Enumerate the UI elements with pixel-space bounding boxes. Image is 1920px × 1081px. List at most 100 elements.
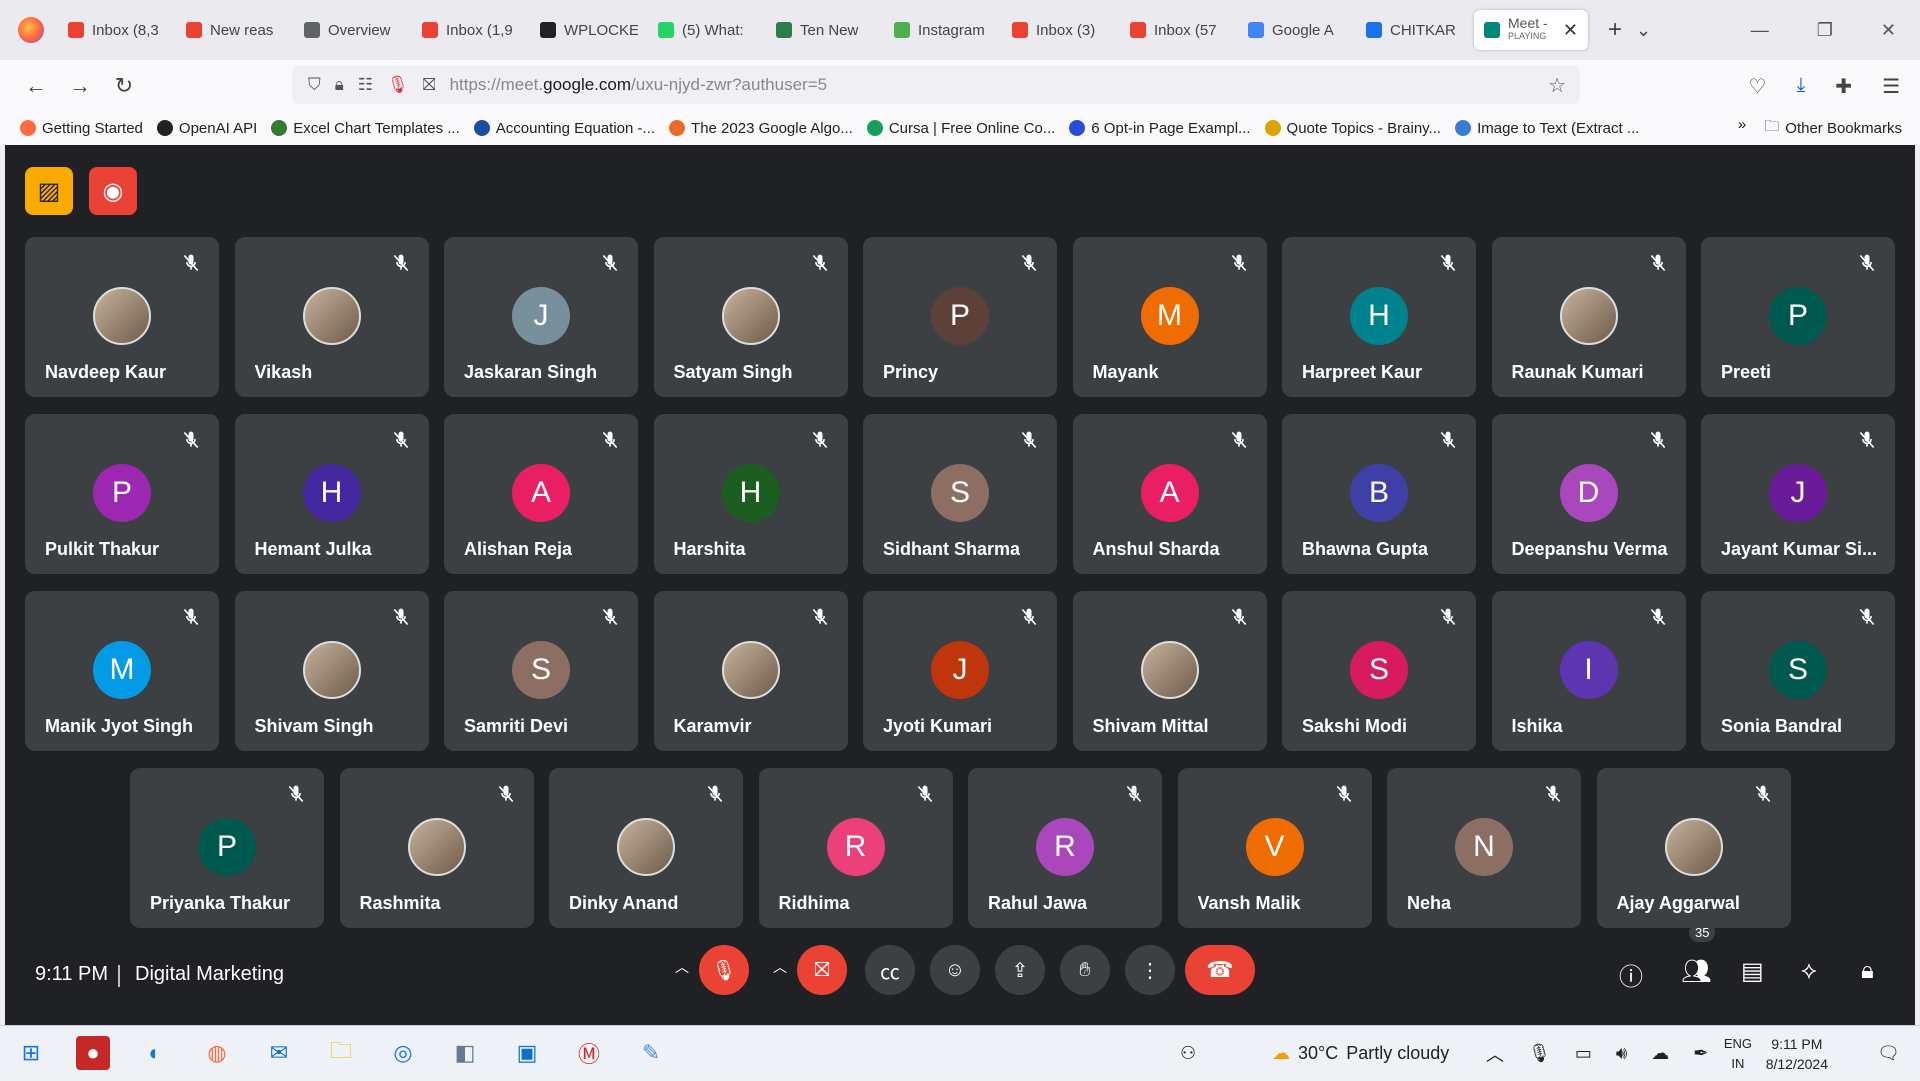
taskbar-clock[interactable]: 9:11 PM 8/12/2024 [1766,1034,1828,1074]
tab-meet-active[interactable]: Meet - PLAYING ✕ [1474,10,1588,50]
permissions-icon[interactable]: ☷ [358,75,373,95]
camera-off-button[interactable]: ⛝ [797,945,847,995]
close-window-icon[interactable]: ✕ [1881,20,1896,41]
photos-icon[interactable]: ▣ [510,1036,544,1070]
participant-tile[interactable]: J Jaskaran Singh [444,237,638,397]
participant-tile[interactable]: P Priyanka Thakur [130,768,324,928]
tab-item[interactable]: Google A [1238,10,1356,50]
battery-icon[interactable]: ▭ [1575,1043,1592,1064]
shield-icon[interactable]: ⛉ [308,75,321,95]
paint-icon[interactable]: ✎ [634,1036,668,1070]
url-text[interactable]: https://meet.google.com/uxu-njyd-zwr?aut… [450,75,828,95]
participant-tile[interactable]: S Samriti Devi [444,591,638,751]
participant-tile[interactable]: Vikash [234,237,429,397]
forward-icon[interactable]: → [58,73,102,99]
host-controls-icon[interactable]: 🔒︎ [1861,957,1874,985]
participant-tile[interactable]: B Bhawna Gupta [1282,414,1476,574]
people-tray-icon[interactable]: ⚇ [1180,1026,1196,1081]
participant-tile[interactable]: Shivam Mittal [1072,591,1267,751]
participant-tile[interactable]: Satyam Singh [653,237,848,397]
mic-off-button[interactable]: 🎙︎ [699,945,749,995]
participant-tile[interactable]: M Mayank [1072,237,1267,397]
mail-icon[interactable]: ✉ [262,1036,296,1070]
audio-options-chevron-icon[interactable]: ︿ [675,957,689,977]
ai-app-icon[interactable]: ◎ [386,1036,420,1070]
language-indicator[interactable]: ENG IN [1724,1034,1752,1074]
chat-icon[interactable]: ▤ [1741,957,1764,986]
participant-tile[interactable]: R Rahul Jawa [968,768,1162,928]
lock-icon[interactable]: 🔒︎ [335,75,344,95]
bookmark-star-icon[interactable]: ☆ [1548,73,1566,98]
url-bar[interactable]: ⛉ 🔒︎ ☷ 🎙︎ ⛝ https://meet.google.com/uxu-… [292,66,1580,104]
file-explorer-icon[interactable]: 🗀 [324,1036,358,1070]
participant-tile[interactable]: Ajay Aggarwal [1596,768,1791,928]
back-icon[interactable]: ← [14,73,58,99]
firefox-icon[interactable] [18,17,44,43]
participant-tile[interactable]: V Vansh Malik [1177,768,1372,928]
close-tab-icon[interactable]: ✕ [1563,20,1578,41]
menu-icon[interactable]: ☰ [1882,74,1900,99]
participant-tile[interactable]: P Preeti [1701,237,1895,397]
restore-icon[interactable]: ❐ [1817,20,1833,41]
show-hidden-icons-icon[interactable]: ︿ [1486,1041,1504,1067]
participant-tile[interactable]: M Manik Jyot Singh [25,591,219,751]
bookmark-item[interactable]: Accounting Equation -... [473,120,655,137]
tab-item[interactable]: WPLOCKE [530,10,648,50]
bookmark-item[interactable]: OpenAI API [156,120,257,137]
bookmark-item[interactable]: Excel Chart Templates ... [271,120,460,137]
new-tab-icon[interactable]: + [1608,16,1622,44]
leave-call-button[interactable]: ☎︎ [1185,945,1255,995]
emoji-button[interactable]: ☺ [930,945,980,995]
info-icon[interactable]: ⓘ [1619,957,1643,992]
raise-hand-button[interactable]: ✋︎ [1060,945,1110,995]
participant-tile[interactable]: Navdeep Kaur [25,237,219,397]
minimize-icon[interactable]: — [1751,20,1769,41]
pocket-icon[interactable]: ♡ [1749,74,1767,99]
participant-tile[interactable]: I Ishika [1491,591,1686,751]
screen-recorder-icon[interactable]: ● [76,1036,110,1070]
video-options-chevron-icon[interactable]: ︿ [773,957,787,977]
camera-off-indicator-button[interactable]: ▨ [25,167,73,215]
participant-tile[interactable]: H Harpreet Kaur [1282,237,1476,397]
list-all-tabs-icon[interactable]: ⌄ [1636,20,1651,41]
participant-tile[interactable]: A Anshul Sharda [1072,414,1267,574]
tab-item[interactable]: New reas [176,10,294,50]
people-icon[interactable]: 👥︎ [1681,957,1711,986]
tab-item[interactable]: Inbox (1,9 [412,10,530,50]
participant-tile[interactable]: H Hemant Julka [234,414,429,574]
present-button[interactable]: ⇪ [995,945,1045,995]
other-bookmarks[interactable]: 🗀 Other Bookmarks [1764,116,1902,141]
participant-tile[interactable]: R Ridhima [758,768,953,928]
participant-tile[interactable]: S Sonia Bandral [1701,591,1895,751]
bookmark-item[interactable]: Getting Started [20,120,143,137]
mendeley-icon[interactable]: Ⓜ [572,1036,606,1070]
tab-item[interactable]: Ten New [766,10,884,50]
participant-tile[interactable]: Raunak Kumari [1491,237,1686,397]
participant-tile[interactable]: J Jyoti Kumari [863,591,1057,751]
mic-permission-icon[interactable]: 🎙︎ [387,75,409,95]
more-options-button[interactable]: ⋮ [1125,945,1175,995]
participant-tile[interactable]: N Neha [1387,768,1581,928]
notepad-icon[interactable]: ◧ [448,1036,482,1070]
onedrive-icon[interactable]: ☁ [1651,1043,1669,1064]
weather-widget[interactable]: ☁ 30°C Partly cloudy [1272,1026,1449,1081]
participant-tile[interactable]: J Jayant Kumar Si... [1701,414,1895,574]
bookmark-item[interactable]: Cursa | Free Online Co... [866,120,1055,137]
more-bookmarks-icon[interactable]: » [1738,116,1746,141]
bookmark-item[interactable]: The 2023 Google Algo... [669,120,853,137]
volume-icon[interactable]: 🔊︎ [1616,1043,1627,1064]
activities-icon[interactable]: ⟡ [1801,957,1817,985]
participant-tile[interactable]: D Deepanshu Verma [1491,414,1686,574]
bookmark-item[interactable]: Quote Topics - Brainy... [1264,120,1441,137]
participant-tile[interactable]: P Pulkit Thakur [25,414,219,574]
participant-tile[interactable]: Shivam Singh [234,591,429,751]
tab-item[interactable]: Instagram [884,10,1002,50]
participant-tile[interactable]: H Harshita [653,414,848,574]
notifications-icon[interactable]: 🗨 [1877,1026,1900,1081]
tab-item[interactable]: CHITKAR [1356,10,1474,50]
participant-tile[interactable]: S Sidhant Sharma [863,414,1057,574]
participant-tile[interactable]: Rashmita [339,768,534,928]
tab-item[interactable]: (5) What: [648,10,766,50]
edge-icon[interactable]: ◐ [138,1036,172,1070]
participant-tile[interactable]: A Alishan Reja [444,414,638,574]
